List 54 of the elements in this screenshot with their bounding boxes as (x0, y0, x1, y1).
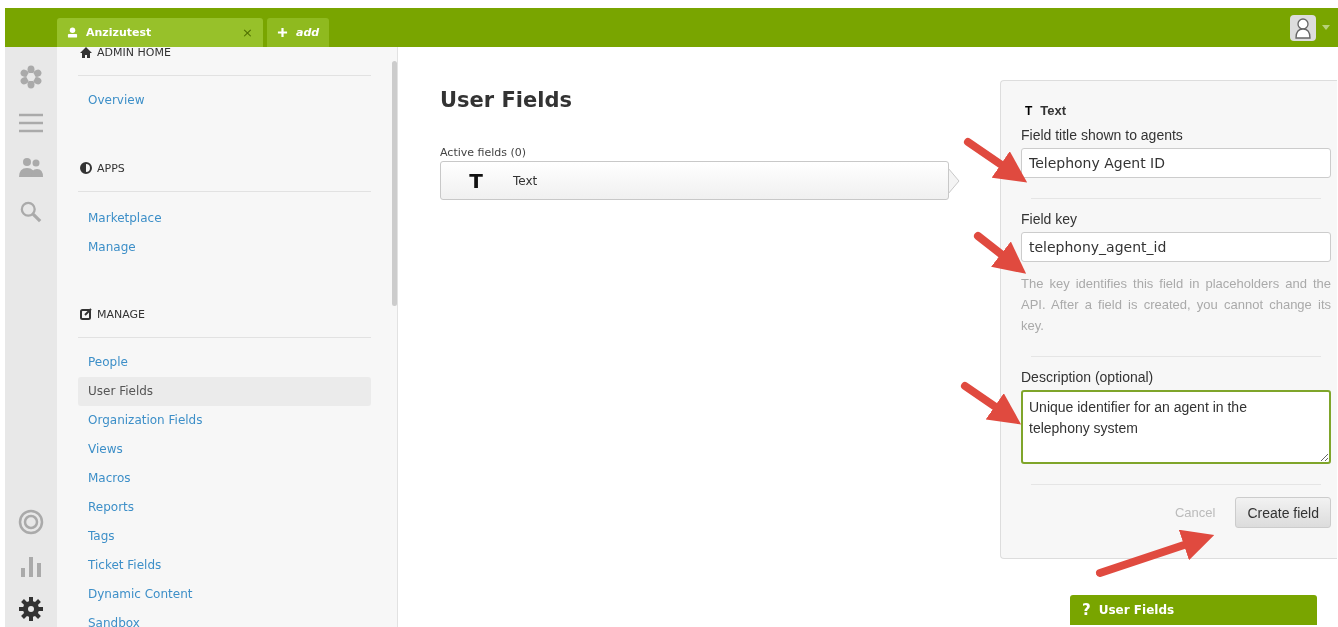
sidebar-item[interactable]: Ticket Fields (78, 551, 371, 580)
hint-text: The key identifies this field in placeholders and the API. After a field is created, you cannot change its key. (1021, 275, 1331, 335)
field-label: Description (optional) (1021, 369, 1155, 385)
sidebar-item[interactable]: Sandbox (78, 609, 371, 627)
active-fields-label: Active fields (0) (440, 146, 528, 159)
page-title: User Fields (440, 88, 573, 112)
annotation-arrow (964, 138, 1028, 183)
section-heading: MANAGE (97, 307, 146, 321)
user-icon (67, 27, 78, 38)
sidebar-item[interactable]: Reports (78, 493, 371, 522)
search-icon[interactable] (20, 201, 42, 223)
help-glyph: ? (1082, 601, 1091, 619)
cancel-button[interactable]: Cancel (1168, 504, 1222, 521)
sidebar-item[interactable]: User Fields (78, 377, 371, 406)
tab[interactable]: add (267, 18, 330, 47)
sidebar-item[interactable]: Macros (78, 464, 371, 493)
help-title: User Fields (1098, 603, 1175, 617)
half-circle-icon (80, 162, 92, 174)
tab[interactable]: Anzizutest × (57, 18, 263, 47)
sidebar-item[interactable]: Dynamic Content (78, 580, 371, 609)
text-type-glyph: T (1025, 103, 1033, 118)
sidebar-item[interactable]: Overview (78, 86, 371, 115)
sidebar-item[interactable]: Organization Fields (78, 406, 371, 435)
home-icon (80, 46, 92, 58)
description-field[interactable]: Unique identifier for an agent in the telephony system (1021, 390, 1331, 464)
avatar-icon[interactable] (1290, 14, 1316, 41)
close-icon[interactable]: × (242, 25, 253, 40)
scrollbar[interactable] (392, 61, 397, 306)
input-field[interactable]: telephony_agent_id (1021, 232, 1331, 262)
sidebar-item[interactable]: Manage (78, 233, 371, 262)
input-field[interactable]: Telephony Agent ID (1021, 148, 1331, 178)
sidebar-item[interactable]: Marketplace (78, 204, 371, 233)
menu-icon[interactable] (19, 113, 43, 133)
section-heading: APPS (97, 161, 125, 175)
caret-icon[interactable] (1322, 25, 1330, 30)
field-label: Field title shown to agents (1021, 127, 1184, 143)
field-type-item[interactable]: T Text (440, 161, 949, 200)
annotation-arrow (974, 232, 1027, 274)
create-field-button[interactable]: Create field (1235, 497, 1331, 528)
annotation-arrow (961, 382, 1022, 425)
flower-icon[interactable] (19, 65, 43, 89)
sidebar-item[interactable]: Tags (78, 522, 371, 551)
field-label: Field key (1021, 211, 1079, 227)
settings-icon[interactable] (19, 597, 43, 621)
edit-icon (80, 308, 92, 320)
sidebar-item[interactable]: Views (78, 435, 371, 464)
form-heading: Text (1040, 103, 1067, 118)
pointer-notch (948, 167, 960, 194)
lifebuoy-icon[interactable] (18, 509, 44, 535)
sidebar-item[interactable]: People (78, 348, 371, 377)
bar-chart-icon[interactable] (20, 555, 42, 577)
section-heading: ADMIN HOME (97, 45, 171, 59)
plus-icon (277, 27, 288, 38)
people-icon[interactable] (19, 157, 43, 177)
